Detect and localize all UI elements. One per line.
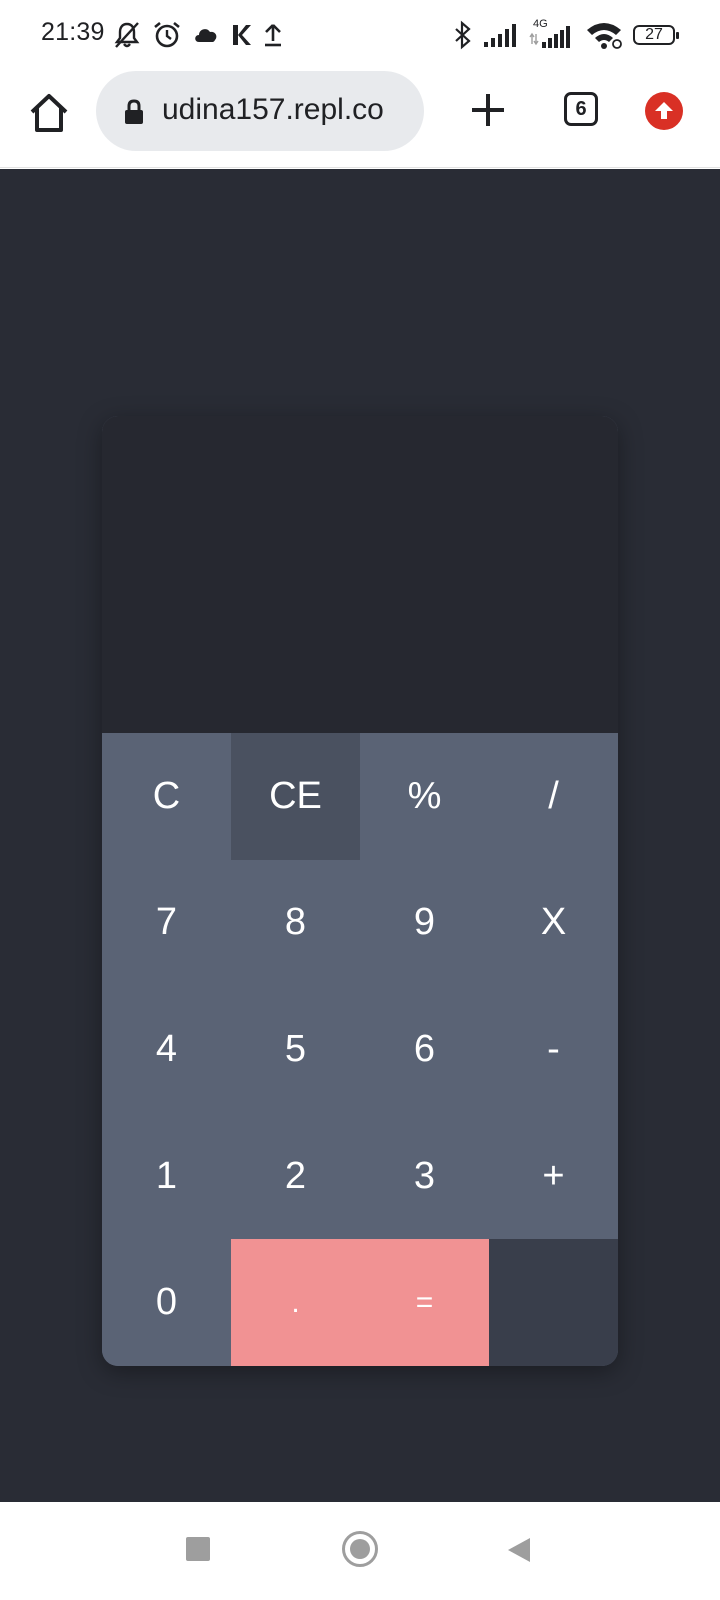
clear-key[interactable]: C [102, 733, 231, 860]
home-icon[interactable] [26, 90, 72, 136]
4g-signal-icon: 4G [529, 18, 575, 50]
bluetooth-icon [455, 20, 471, 50]
upload-icon [265, 24, 281, 47]
multiply-key[interactable]: X [489, 859, 618, 987]
new-tab-icon[interactable] [468, 90, 508, 130]
arrow-up-icon [655, 102, 673, 119]
status-time: 21:39 [41, 18, 105, 46]
lock-icon [125, 99, 143, 124]
browser-toolbar: udina157.repl.co 6 [0, 68, 720, 168]
calculator: C CE%/ 7 8 9 X 4 5 6- 1 2 3 +0. = [102, 416, 618, 1366]
status-right-icons: 4G 27 [453, 18, 679, 52]
digit-8-key[interactable]: 8 [231, 859, 360, 987]
digit-9-key[interactable]: 9 [360, 859, 489, 987]
battery-indicator: 27 [633, 25, 679, 45]
digit-3-key[interactable]: 3 [360, 1112, 489, 1240]
signal-icon [484, 24, 516, 47]
back-icon[interactable] [506, 1536, 532, 1564]
cloud-icon [195, 29, 217, 42]
navigation-bar [0, 1502, 720, 1600]
digit-2-key[interactable]: 2 [231, 1112, 360, 1240]
keypad: C CE%/ 7 8 9 X 4 5 6- 1 2 3 +0. = [102, 733, 618, 1366]
decimal-key[interactable]: . [231, 1239, 360, 1366]
update-button[interactable] [645, 92, 683, 130]
status-left-icons [112, 18, 284, 52]
equals-key[interactable]: = [360, 1239, 489, 1366]
url-text: udina157.repl.co [162, 93, 384, 126]
alarm-icon [154, 21, 180, 48]
wifi-icon [587, 23, 622, 49]
mute-icon [114, 22, 140, 48]
digit-6-key[interactable]: 6 [360, 986, 489, 1113]
digit-4-key[interactable]: 4 [102, 986, 231, 1113]
divide-key[interactable]: / [489, 733, 618, 860]
home-button-icon[interactable] [342, 1531, 378, 1567]
tab-switcher-button[interactable]: 6 [564, 92, 598, 126]
add-key[interactable]: + [489, 1112, 618, 1240]
clear-entry-key[interactable]: CE [231, 733, 360, 860]
blank-key[interactable] [489, 1239, 618, 1366]
subtract-key[interactable]: - [489, 986, 618, 1113]
page-content: C CE%/ 7 8 9 X 4 5 6- 1 2 3 +0. = [0, 169, 720, 1502]
digit-7-key[interactable]: 7 [102, 859, 231, 987]
digit-1-key[interactable]: 1 [102, 1112, 231, 1240]
status-bar: 21:39 4G 27 [0, 0, 720, 68]
digit-5-key[interactable]: 5 [231, 986, 360, 1113]
k-app-icon [233, 25, 251, 45]
percent-key[interactable]: % [360, 733, 489, 860]
address-bar[interactable]: udina157.repl.co [96, 71, 424, 151]
digit-0-key[interactable]: 0 [102, 1239, 231, 1366]
calculator-display [102, 416, 618, 733]
recent-apps-icon[interactable] [186, 1537, 210, 1561]
